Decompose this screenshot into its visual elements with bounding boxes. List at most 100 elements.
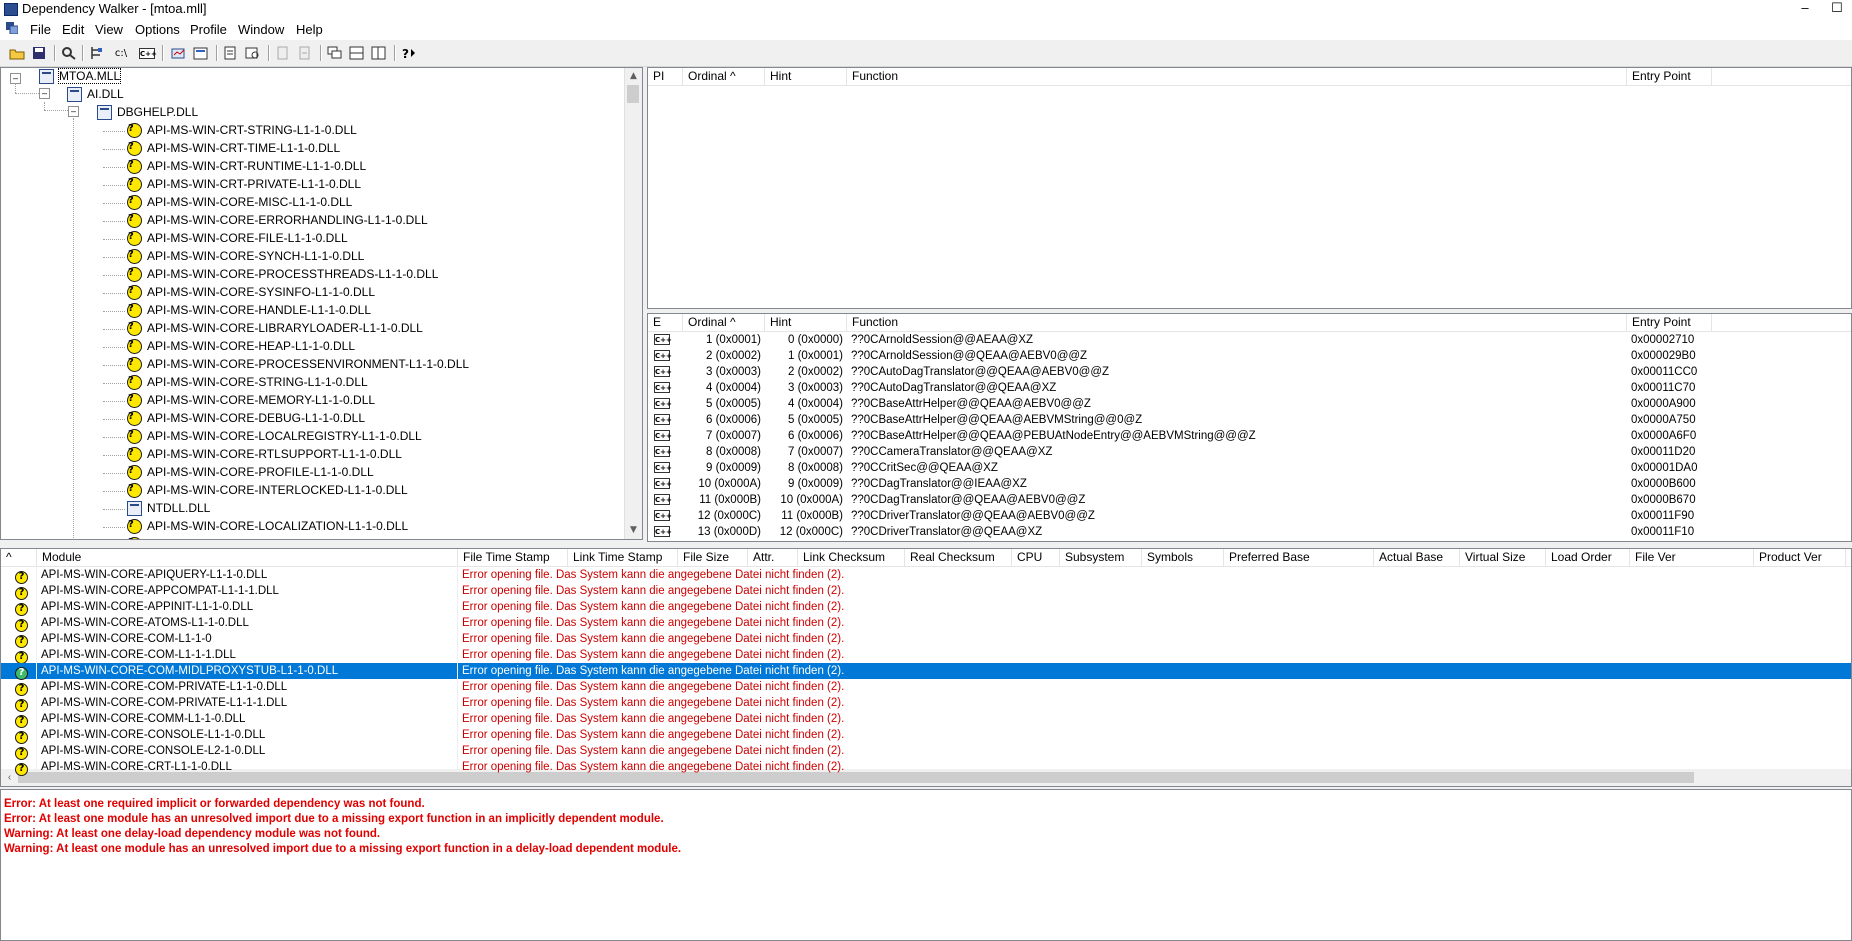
menu-profile[interactable]: Profile: [190, 22, 227, 37]
copy-icon[interactable]: [88, 44, 106, 62]
save-icon[interactable]: [30, 44, 48, 62]
column-header[interactable]: Module: [37, 549, 458, 566]
tree-vertical-scrollbar[interactable]: ▲ ▼: [624, 68, 642, 539]
export-row[interactable]: C++ 7 (0x0007) 6 (0x0006) ??0CBaseAttrHelpe…: [648, 428, 1851, 444]
menu-help[interactable]: Help: [296, 22, 323, 37]
tree-node-child[interactable]: ? API-MS-WIN-CORE-LIBRARYLOADER-L1-1-0.DL…: [127, 320, 423, 337]
module-row[interactable]: ? API-MS-WIN-CORE-COM-L1-1-1.DLL Error ope…: [1, 647, 1851, 664]
tree-node-child[interactable]: ? API-MS-WIN-CORE-LOCALREGISTRY-L1-1-0.DL…: [127, 428, 422, 445]
c-path-icon[interactable]: c:\: [110, 44, 132, 62]
column-header[interactable]: Actual Base: [1374, 549, 1460, 566]
column-header[interactable]: PI: [648, 68, 683, 85]
tree-node-level2[interactable]: DBGHELP.DLL: [97, 104, 198, 121]
tree-node-child[interactable]: ? API-MS-WIN-CORE-RTLSUPPORT-L1-1-0.DLL: [127, 446, 402, 463]
tree-node-child[interactable]: ? API-MS-WIN-CORE-PROCESSENVIRONMENT-L1-1…: [127, 356, 469, 373]
column-header[interactable]: Ordinal ^: [683, 314, 765, 331]
module-row[interactable]: ? API-MS-WIN-CORE-APPCOMPAT-L1-1-1.DLL Err…: [1, 583, 1851, 600]
tree-node-child[interactable]: ? API-MS-WIN-CORE-IO-L1-1-0.DLL: [127, 536, 335, 539]
column-header[interactable]: CPU: [1012, 549, 1060, 566]
maximize-button[interactable]: ☐: [1822, 0, 1852, 18]
column-header[interactable]: Attr.: [748, 549, 798, 566]
menu-file[interactable]: File: [30, 22, 51, 37]
tree-node-child[interactable]: ? API-MS-WIN-CORE-SYSINFO-L1-1-0.DLL: [127, 284, 375, 301]
column-header[interactable]: ^: [1, 549, 37, 566]
tile-horizontal-icon[interactable]: [348, 44, 366, 62]
export-row[interactable]: C++ 8 (0x0008) 7 (0x0007) ??0CCameraTransla…: [648, 444, 1851, 460]
scroll-up-icon[interactable]: ▲: [625, 68, 642, 85]
cpp-icon[interactable]: C++: [136, 44, 158, 62]
tree-node-child[interactable]: ? API-MS-WIN-CORE-HANDLE-L1-1-0.DLL: [127, 302, 371, 319]
zoom-icon[interactable]: [244, 44, 262, 62]
module-list[interactable]: ^ Module File Time Stamp Link Time Stamp Fil…: [0, 548, 1852, 787]
column-header[interactable]: Image Ver: [1846, 549, 1851, 566]
tree-node-child[interactable]: ? API-MS-WIN-CORE-MEMORY-L1-1-0.DLL: [127, 392, 375, 409]
module-row[interactable]: ? API-MS-WIN-CORE-COM-PRIVATE-L1-1-1.DLL E…: [1, 695, 1851, 712]
column-header[interactable]: File Time Stamp: [458, 549, 568, 566]
export-row[interactable]: C++ 13 (0x000D) 12 (0x000C) ??0CDriverTrans…: [648, 524, 1851, 540]
tree-node-child[interactable]: ? API-MS-WIN-CORE-ERRORHANDLING-L1-1-0.DL…: [127, 212, 428, 229]
column-header[interactable]: Function: [847, 314, 1627, 331]
module-dependency-tree[interactable]: ▲ ▼ – MTOA.MLL – AI.DLL – DBGHELP.DLL? API-MS-…: [0, 67, 643, 540]
tree-node-child[interactable]: ? API-MS-WIN-CORE-STRING-L1-1-0.DLL: [127, 374, 368, 391]
document-icon[interactable]: [6, 22, 18, 34]
column-header[interactable]: Hint: [765, 314, 847, 331]
menu-options[interactable]: Options: [135, 22, 180, 37]
module-row[interactable]: ? API-MS-WIN-CORE-COMM-L1-1-0.DLL Error op…: [1, 711, 1851, 728]
tree-node-child[interactable]: ? API-MS-WIN-CRT-RUNTIME-L1-1-0.DLL: [127, 158, 366, 175]
tree-node-child[interactable]: ? API-MS-WIN-CORE-INTERLOCKED-L1-1-0.DLL: [127, 482, 408, 499]
export-row[interactable]: C++ 2 (0x0002) 1 (0x0001) ??0CArnoldSession…: [648, 348, 1851, 364]
column-header[interactable]: Hint: [765, 68, 847, 85]
tree-node-child[interactable]: NTDLL.DLL: [127, 500, 210, 517]
column-header[interactable]: File Size: [678, 549, 748, 566]
tree-node-child[interactable]: ? API-MS-WIN-CORE-SYNCH-L1-1-0.DLL: [127, 248, 364, 265]
exports-list[interactable]: E Ordinal ^ Hint Function Entry Point C++ 1 (…: [647, 313, 1852, 542]
find-icon[interactable]: [60, 44, 78, 62]
collapse-toggle-icon[interactable]: –: [68, 106, 79, 117]
print-icon[interactable]: [222, 44, 240, 62]
column-header[interactable]: Function: [847, 68, 1627, 85]
column-header[interactable]: Preferred Base: [1224, 549, 1374, 566]
module-row[interactable]: ? API-MS-WIN-CORE-APPINIT-L1-1-0.DLL Error…: [1, 599, 1851, 616]
open-icon[interactable]: [8, 44, 26, 62]
cascade-icon[interactable]: [326, 44, 344, 62]
column-header[interactable]: Real Checksum: [905, 549, 1012, 566]
parent-imports-list[interactable]: PI Ordinal ^ Hint Function Entry Point: [647, 67, 1852, 309]
expand-icon[interactable]: [274, 44, 292, 62]
tree-node-child[interactable]: ? API-MS-WIN-CORE-FILE-L1-1-0.DLL: [127, 230, 348, 247]
column-header[interactable]: Ordinal ^: [683, 68, 765, 85]
module-row[interactable]: ? API-MS-WIN-CORE-APIQUERY-L1-1-0.DLL Erro…: [1, 567, 1851, 584]
tile-vertical-icon[interactable]: [370, 44, 388, 62]
menu-view[interactable]: View: [95, 22, 123, 37]
profile-icon[interactable]: [170, 44, 188, 62]
tree-node-child[interactable]: ? API-MS-WIN-CRT-TIME-L1-1-0.DLL: [127, 140, 340, 157]
tree-node-level1[interactable]: AI.DLL: [67, 86, 124, 103]
module-row[interactable]: ? API-MS-WIN-CORE-COM-L1-1-0 Error opening…: [1, 631, 1851, 648]
help-icon[interactable]: ?: [400, 44, 418, 62]
minimize-button[interactable]: –: [1790, 0, 1820, 18]
module-row[interactable]: ? API-MS-WIN-CORE-CONSOLE-L1-1-0.DLL Error…: [1, 727, 1851, 744]
column-header[interactable]: Symbols: [1142, 549, 1224, 566]
scroll-down-icon[interactable]: ▼: [625, 522, 642, 539]
module-row[interactable]: ? API-MS-WIN-CORE-CONSOLE-L2-1-0.DLL Error…: [1, 743, 1851, 760]
tree-node-child[interactable]: ? API-MS-WIN-CORE-PROCESSTHREADS-L1-1-0.D…: [127, 266, 438, 283]
module-row[interactable]: ? API-MS-WIN-CORE-COM-MIDLPROXYSTUB-L1-1-…: [1, 663, 1851, 680]
export-row[interactable]: C++ 12 (0x000C) 11 (0x000B) ??0CDriverTrans…: [648, 508, 1851, 524]
export-row[interactable]: C++ 3 (0x0003) 2 (0x0002) ??0CAutoDagTransl…: [648, 364, 1851, 380]
column-header[interactable]: File Ver: [1630, 549, 1754, 566]
column-header[interactable]: Link Time Stamp: [568, 549, 678, 566]
module-row[interactable]: ? API-MS-WIN-CORE-CRT-L1-1-0.DLL Error ope…: [1, 759, 1851, 776]
menu-edit[interactable]: Edit: [62, 22, 84, 37]
module-row[interactable]: ? API-MS-WIN-CORE-COM-PRIVATE-L1-1-0.DLL E…: [1, 679, 1851, 696]
export-row[interactable]: C++ 6 (0x0006) 5 (0x0005) ??0CBaseAttrHelpe…: [648, 412, 1851, 428]
export-row[interactable]: C++ 9 (0x0009) 8 (0x0008) ??0CCritSec@@QEAA…: [648, 460, 1851, 476]
column-header[interactable]: Entry Point: [1627, 68, 1712, 85]
tree-node-child[interactable]: ? API-MS-WIN-CORE-LOCALIZATION-L1-1-0.DLL: [127, 518, 408, 535]
export-row[interactable]: C++ 1 (0x0001) 0 (0x0000) ??0CArnoldSession…: [648, 332, 1851, 348]
column-header[interactable]: Subsystem: [1060, 549, 1142, 566]
collapse-toggle-icon[interactable]: –: [39, 88, 50, 99]
tree-node-child[interactable]: ? API-MS-WIN-CORE-HEAP-L1-1-0.DLL: [127, 338, 355, 355]
properties-icon[interactable]: [192, 44, 210, 62]
tree-node-child[interactable]: ? API-MS-WIN-CORE-PROFILE-L1-1-0.DLL: [127, 464, 374, 481]
column-header[interactable]: Load Order: [1546, 549, 1630, 566]
export-row[interactable]: C++ 5 (0x0005) 4 (0x0004) ??0CBaseAttrHelpe…: [648, 396, 1851, 412]
